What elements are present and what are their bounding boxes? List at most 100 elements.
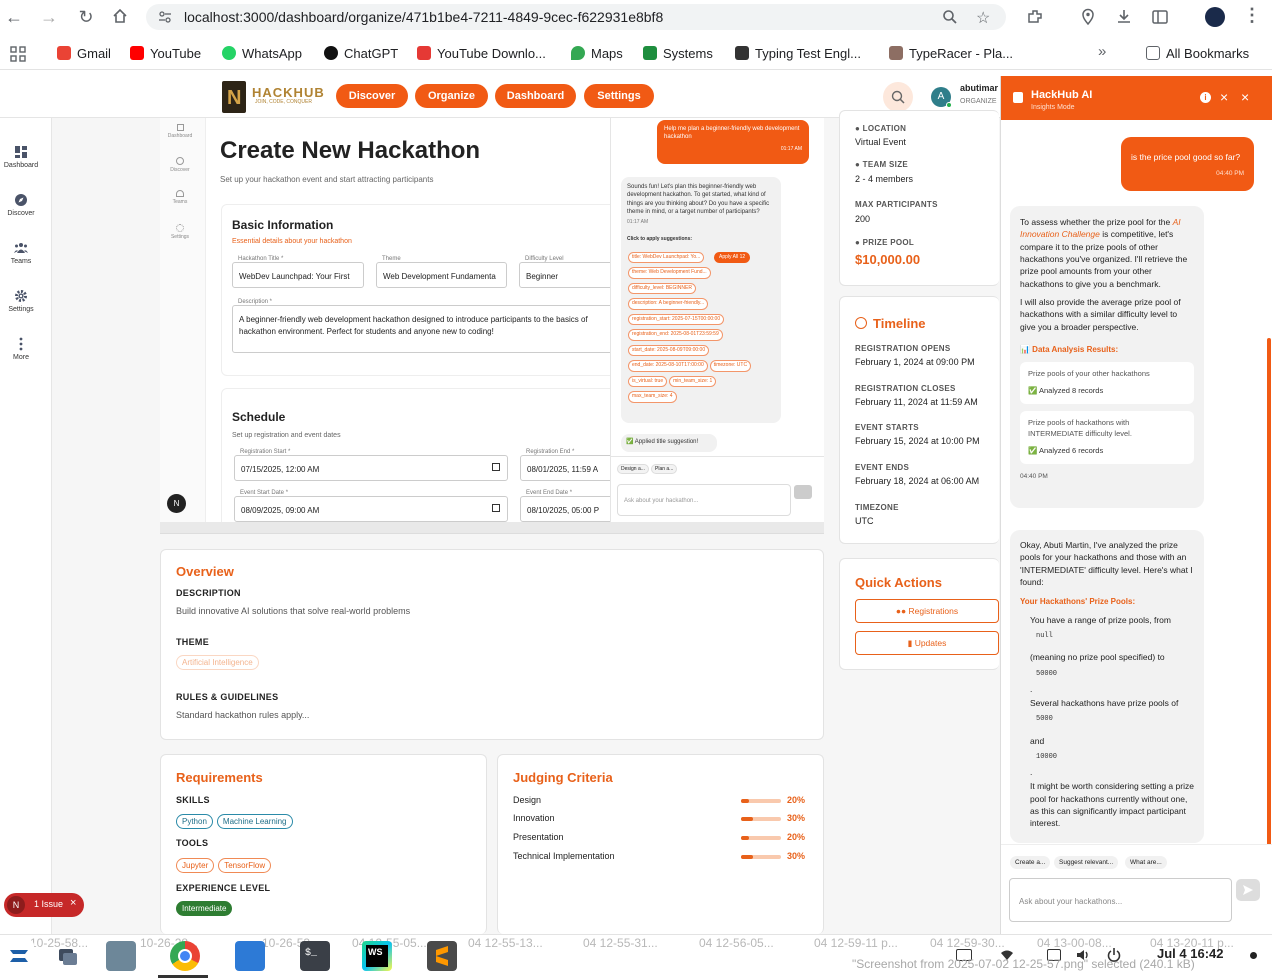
quick-chip[interactable]: Plan a... [651,464,678,474]
skills-chips: Python Machine Learning [176,811,297,829]
criterion-bar-track [741,817,781,821]
nav-organize[interactable]: Organize [415,84,488,108]
registrations-button[interactable]: ●● Registrations [855,599,999,623]
criterion-bar-fill [741,855,753,859]
zoom-icon[interactable] [942,9,958,25]
suggestion-chip-what[interactable]: What are... [1125,856,1167,869]
criterion-bar-fill [741,836,749,840]
bookmark-typeracer[interactable]: TypeRacer - Pla... [889,46,1013,61]
suggestion-chip[interactable]: timezone: UTC [709,360,752,372]
sidebar-item-discover[interactable]: Discover [0,193,42,217]
apply-all-button[interactable]: Apply All 12 [714,252,751,263]
difficulty-select[interactable]: Beginner [519,262,619,288]
apps-grid-icon[interactable] [10,46,26,62]
suggestion-chip[interactable]: registration_end: 2025-08-01T23:59:59 [628,329,723,341]
whatsapp-icon [222,46,236,60]
suggestion-chip-relevant[interactable]: Suggest relevant... [1054,856,1119,869]
terminal-icon[interactable]: $_ [300,941,330,971]
judging-row: Design 20% [513,795,813,809]
sidebar-item-settings[interactable]: Settings [0,289,42,313]
suggestion-chip[interactable]: max_team_size: 4 [628,391,677,403]
calendar-icon[interactable] [492,504,500,512]
bookmark-typing-test[interactable]: Typing Test Engl... [735,46,861,61]
files-icon[interactable] [106,941,136,971]
criterion-name: Design [513,795,542,805]
hackathon-title-input[interactable]: WebDev Launchpad: Your First [232,262,364,288]
bookmark-maps[interactable]: Maps [571,46,623,61]
bookmark-gmail[interactable]: Gmail [57,46,111,61]
close-icon[interactable]: × [70,897,76,909]
webstorm-icon[interactable]: WS [362,941,392,971]
suggestion-chip[interactable]: description: A beginner-friendly... [628,298,709,310]
ai-chat-input[interactable]: Ask about your hackathons... [1009,878,1232,922]
sublime-text-icon[interactable] [427,941,457,971]
bookmark-youtube-downloader[interactable]: YouTube Downlo... [417,46,546,61]
calendar-icon[interactable] [492,463,500,471]
extensions-icon[interactable] [1026,8,1044,26]
nav-discover[interactable]: Discover [336,84,408,108]
sidebar-item-teams[interactable]: Teams [0,241,42,265]
bookmark-systems[interactable]: Systems [643,46,713,61]
user-role: ORGANIZE [960,98,997,105]
bookmark-star-icon[interactable]: ☆ [976,8,990,28]
team-icon: ● [855,160,863,169]
nav-settings[interactable]: Settings [584,84,654,108]
menu-dots-icon[interactable]: ⋮ [1243,5,1261,26]
suggestion-chip[interactable]: is_virtual: true [628,375,668,388]
profile-avatar-icon[interactable] [1205,7,1225,27]
suggestion-chip-create[interactable]: Create a... [1010,856,1051,869]
logo-tagline: JOIN, CODE, CONQUER [255,99,312,105]
suggestion-chip[interactable]: theme: Web Development Fund... [628,267,711,279]
hackhub-logo-icon[interactable]: N [222,81,246,113]
chrome-icon[interactable] [170,941,200,971]
home-icon[interactable] [111,7,131,27]
suggestion-chip[interactable]: registration_start: 2025-07-15T00:00:00 [628,313,725,326]
suggestion-chip[interactable]: difficulty_level: BEGINNER [628,282,696,295]
overview-card: Overview DESCRIPTION Build innovative AI… [160,549,824,740]
forward-icon[interactable]: → [39,7,59,27]
header-search-button[interactable] [883,82,913,112]
download-icon[interactable] [1115,8,1133,26]
minimize-icon[interactable]: × [1220,89,1228,105]
address-bar[interactable]: localhost:3000/dashboard/organize/471b1b… [146,4,1006,30]
nav-dashboard[interactable]: Dashboard [495,84,576,108]
send-icon[interactable] [794,485,812,499]
suggestion-chip[interactable]: title: WebDev Launchpad: Yo... [628,251,705,264]
suggestion-chip[interactable]: start_date: 2025-08-09T09:00:00 [628,344,710,357]
suggestion-chip[interactable]: min_team_size: 1 [669,375,717,388]
mini-chat-user-bubble: Help me plan a beginner-friendly web dev… [657,120,809,164]
suggestion-chip[interactable]: end_date: 2025-08-10T17:00:00 [628,360,708,372]
description-textarea[interactable]: A beginner-friendly web development hack… [232,305,622,353]
all-bookmarks-folder[interactable]: All Bookmarks [1146,46,1249,61]
zorin-logo-icon[interactable] [4,941,34,971]
theme-input[interactable]: Web Development Fundamenta [376,262,507,288]
close-icon[interactable]: × [1241,89,1249,105]
criterion-bar-fill [741,799,749,803]
more-bookmarks-icon[interactable]: » [1098,43,1106,60]
quick-chip[interactable]: Design a... [617,464,649,474]
send-button[interactable] [1236,879,1260,901]
reload-icon[interactable]: ↻ [76,7,96,27]
bookmark-youtube[interactable]: YouTube [130,46,201,61]
sidebar-item-more[interactable]: More [0,337,42,361]
download-app-icon [417,46,431,60]
tab-search-icon[interactable] [1151,8,1169,26]
back-icon[interactable]: ← [4,7,24,27]
sidebar-item-dashboard[interactable]: Dashboard [0,145,42,169]
info-icon[interactable]: i [1200,92,1211,103]
event-start-input[interactable]: 08/09/2025, 09:00 AM [234,496,508,522]
registration-start-input[interactable]: 07/15/2025, 12:00 AM [234,455,508,481]
bookmark-chatgpt[interactable]: ChatGPT [324,46,398,61]
description-label: DESCRIPTION [176,588,241,598]
issue-badge[interactable]: N 1 Issue × [4,893,84,917]
bookmark-whatsapp[interactable]: WhatsApp [222,46,302,61]
ai-mode: Insights Mode [1031,104,1075,111]
online-status-dot [946,102,952,108]
mini-chat-input[interactable]: Ask about your hackathon... [617,484,791,516]
updates-button[interactable]: ▮ Updates [855,631,999,655]
location-icon[interactable] [1080,8,1096,26]
workspaces-icon[interactable] [53,941,83,971]
site-info-icon[interactable] [158,10,172,24]
software-store-icon[interactable] [235,941,265,971]
ai-scrollbar[interactable] [1267,338,1271,918]
